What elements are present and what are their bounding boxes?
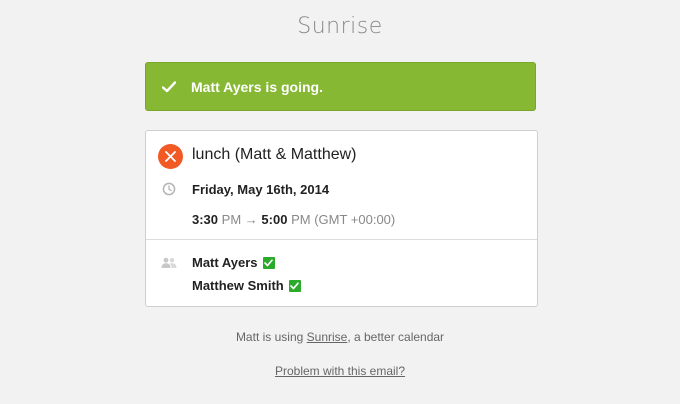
footer-promo: Matt is using Sunrise, a better calendar — [0, 330, 680, 344]
accepted-check-icon — [288, 279, 301, 292]
attendee-row: Matthew Smith — [192, 278, 301, 293]
people-icon — [161, 256, 177, 268]
event-time-range: 3:30 PM → 5:00 PM (GMT +00:00) — [192, 212, 395, 227]
start-time: 3:30 — [192, 212, 219, 227]
clock-icon — [162, 182, 176, 196]
rsvp-confirmation-banner: Matt Ayers is going. — [145, 62, 536, 111]
problem-with-email-link[interactable]: Problem with this email? — [275, 364, 405, 378]
card-divider — [146, 239, 537, 240]
event-date: Friday, May 16th, 2014 — [192, 182, 330, 197]
footer-prefix: Matt is using — [235, 330, 304, 344]
footer-suffix: , a better calendar — [347, 330, 445, 344]
start-period: PM — [221, 212, 242, 227]
end-period: PM — [291, 212, 311, 227]
check-icon — [162, 80, 176, 94]
accepted-check-icon — [262, 256, 275, 269]
attendee-name: Matthew Smith — [192, 278, 284, 293]
app-brand-title: Sunrise — [297, 14, 383, 39]
event-card: lunch (Matt & Matthew) Friday, May 16th,… — [145, 130, 538, 307]
event-title: lunch (Matt & Matthew) — [192, 146, 357, 163]
fork-knife-icon — [158, 144, 183, 169]
time-arrow: → — [244, 212, 258, 227]
sunrise-link[interactable]: Sunrise — [307, 330, 348, 344]
attendee-row: Matt Ayers — [192, 255, 275, 270]
end-time: 5:00 — [261, 212, 288, 227]
banner-message: Matt Ayers is going. — [191, 78, 323, 95]
problem-email-row: Problem with this email? — [0, 364, 680, 378]
timezone: (GMT +00:00) — [314, 212, 396, 227]
event-details: lunch (Matt & Matthew) Friday, May 16th,… — [146, 131, 537, 239]
attendee-name: Matt Ayers — [192, 255, 258, 270]
